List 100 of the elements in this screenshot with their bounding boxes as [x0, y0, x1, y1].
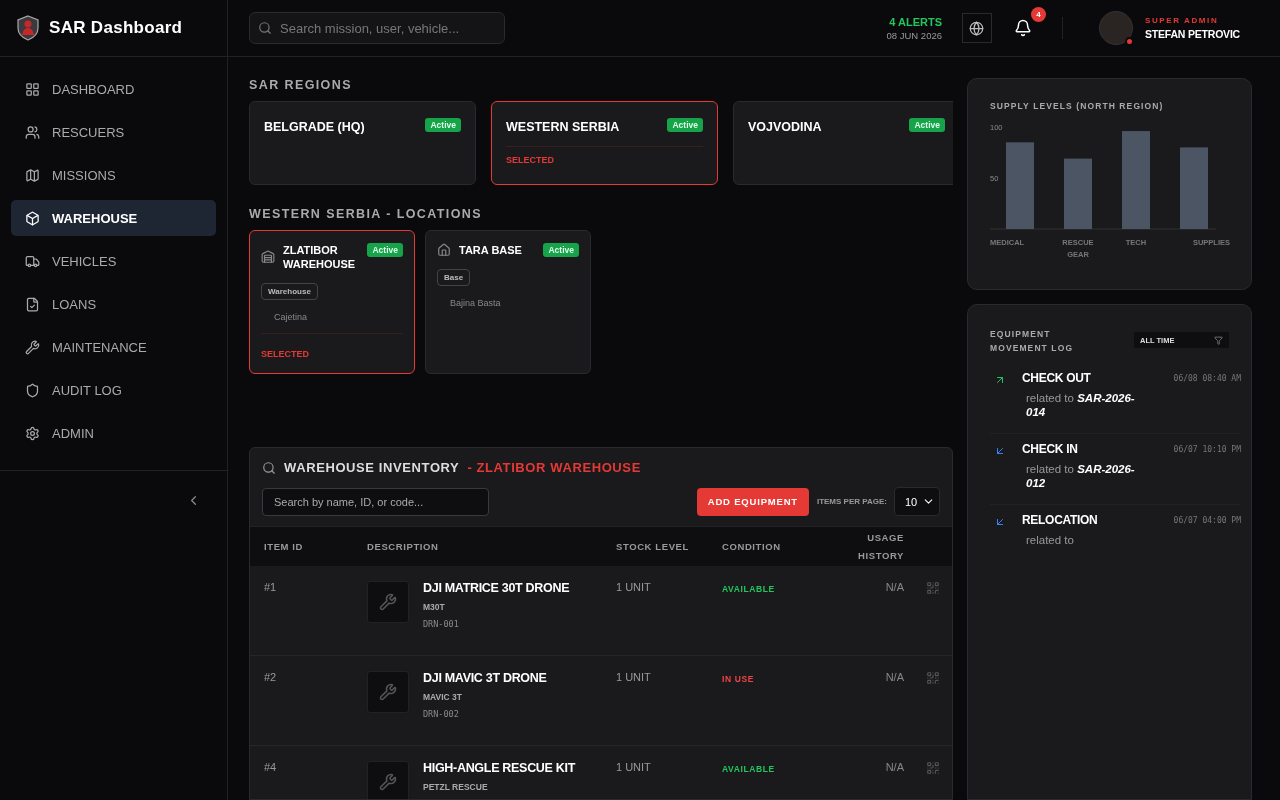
section-title: SAR REGIONS: [249, 78, 353, 92]
notification-count: 4: [1031, 7, 1046, 22]
item-model: M30T: [423, 602, 446, 612]
sidebar-item[interactable]: AUDIT LOG: [11, 372, 216, 408]
log-time: 06/07 04:00 PM: [1173, 515, 1241, 527]
app-title: SAR Dashboard: [49, 18, 183, 38]
sidebar-item[interactable]: WAREHOUSE: [11, 200, 216, 236]
qr-code-icon[interactable]: [926, 671, 940, 685]
log-relation: related to: [1025, 533, 1075, 547]
cube-icon: [25, 210, 40, 226]
selected-label: SELECTED: [506, 155, 555, 165]
user-name: STEFAN PETROVIC: [1145, 28, 1240, 40]
usage-history: N/A: [884, 581, 904, 595]
wrench-icon: [25, 339, 40, 355]
item-id: #1: [263, 581, 278, 595]
usage-history: N/A: [884, 761, 904, 775]
stock-level: 1 UNIT: [615, 761, 652, 775]
sidebar-item[interactable]: DASHBOARD: [11, 71, 216, 107]
grid-icon: [25, 81, 40, 97]
add-equipment-button[interactable]: ADD EQUIPMENT: [696, 487, 809, 516]
chart-bar: [1064, 158, 1092, 229]
item-name: HIGH-ANGLE RESCUE KIT: [423, 761, 576, 775]
sidebar-item[interactable]: MISSIONS: [11, 157, 216, 193]
log-action: RELOCATION: [1022, 513, 1099, 527]
map-icon: [25, 167, 40, 183]
usage-history: N/A: [884, 671, 904, 685]
item-id: #4: [263, 761, 278, 775]
item-thumbnail: [367, 581, 409, 623]
log-action: CHECK OUT: [1022, 371, 1092, 385]
shield-logo-icon: [17, 15, 39, 41]
location-card[interactable]: TARA BASE Active Base Bajina Basta: [425, 230, 591, 374]
location-name: TARA BASE: [459, 243, 523, 257]
log-time: 06/08 08:40 AM: [1173, 373, 1241, 385]
house-icon: [437, 243, 451, 257]
current-date: 08 JUN 2026: [886, 29, 942, 41]
inventory-title: WAREHOUSE INVENTORY: [284, 460, 460, 475]
search-icon: [258, 21, 272, 35]
status-tag: Active: [367, 243, 403, 257]
sidebar-item[interactable]: RESCUERS: [11, 114, 216, 150]
items-per-page-select[interactable]: 10: [894, 487, 940, 516]
sidebar-item[interactable]: ADMIN: [11, 415, 216, 451]
stock-level: 1 UNIT: [615, 671, 652, 685]
shield-icon: [25, 382, 40, 398]
column-header: USAGE HISTORY: [857, 530, 904, 563]
truck-icon: [25, 253, 40, 269]
status-tag: Active: [543, 243, 579, 257]
location-type-tag: Base: [437, 269, 471, 286]
search-icon: [262, 460, 276, 475]
qr-code-icon[interactable]: [926, 761, 940, 775]
condition-status: AVAILABLE: [721, 584, 776, 596]
sidebar-item[interactable]: LOANS: [11, 286, 216, 322]
region-name: WESTERN SERBIA: [506, 120, 620, 134]
location-city: Bajina Basta: [450, 298, 502, 308]
document-icon: [25, 296, 40, 312]
log-relation: related to SAR-2026-014: [1025, 391, 1136, 419]
inventory-subtitle: - ZLATIBOR WAREHOUSE: [467, 460, 641, 475]
region-card[interactable]: VOJVODINA Active: [733, 101, 953, 185]
qr-code-icon[interactable]: [926, 581, 940, 595]
condition-status: IN USE: [721, 674, 755, 686]
location-card[interactable]: ZLATIBOR WAREHOUSE Active Warehouse Cajetina SELECTED: [249, 230, 415, 374]
region-name: VOJVODINA: [748, 120, 822, 134]
item-code: DRN-002: [423, 709, 460, 719]
selected-label: SELECTED: [261, 349, 309, 359]
arrow-down-left-icon: [994, 445, 1006, 457]
warehouse-icon: [261, 250, 275, 264]
item-code: DRN-001: [423, 619, 460, 629]
status-tag: Active: [909, 118, 945, 132]
settings-icon: [25, 425, 40, 441]
item-model: PETZL RESCUE: [423, 782, 489, 792]
item-thumbnail: [367, 671, 409, 713]
search-field[interactable]: Search mission, user, vehicle...: [249, 12, 505, 44]
sidebar-item[interactable]: MAINTENANCE: [11, 329, 216, 365]
globe-icon[interactable]: [962, 13, 992, 43]
status-tag: Active: [425, 118, 461, 132]
item-name: DJI MAVIC 3T DRONE: [423, 671, 547, 685]
column-header: CONDITION: [721, 539, 782, 554]
column-header: STOCK LEVEL: [615, 539, 690, 554]
location-city: Cajetina: [274, 312, 309, 322]
arrow-down-left-icon: [994, 516, 1006, 528]
log-time: 06/07 10:10 PM: [1173, 444, 1241, 456]
region-card[interactable]: WESTERN SERBIA Active SELECTED: [491, 101, 718, 185]
section-title: WESTERN SERBIA - LOCATIONS: [249, 207, 483, 221]
user-avatar[interactable]: [1099, 11, 1133, 45]
filter-icon: [1214, 335, 1223, 345]
log-relation: related to SAR-2026-012: [1025, 462, 1136, 490]
status-tag: Active: [667, 118, 703, 132]
inventory-search-field[interactable]: Search by name, ID, or code...: [262, 487, 489, 516]
arrow-up-right-icon: [994, 374, 1006, 386]
items-per-page-label: ITEMS PER PAGE:: [816, 497, 887, 506]
stock-level: 1 UNIT: [615, 581, 652, 595]
location-type-tag: Warehouse: [261, 283, 318, 300]
alerts-count: 4 ALERTS: [889, 15, 942, 28]
column-header: DESCRIPTION: [366, 539, 440, 554]
condition-status: AVAILABLE: [721, 764, 776, 776]
sidebar-item[interactable]: VEHICLES: [11, 243, 216, 279]
user-role: SUPER ADMIN: [1145, 16, 1220, 25]
item-name: DJI MATRICE 30T DRONE: [423, 581, 570, 595]
region-card[interactable]: BELGRADE (HQ) Active: [249, 101, 476, 185]
item-id: #2: [263, 671, 278, 685]
log-title: EQUIPMENT MOVEMENT LOG: [990, 328, 1075, 355]
